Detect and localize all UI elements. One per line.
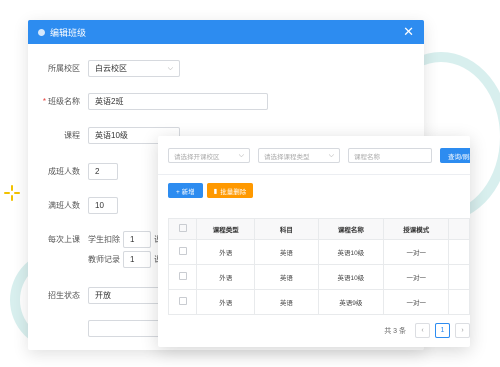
campus-select[interactable]: 白云校区 ⌵ [88,60,180,77]
class-name-label: 班级名称 [48,97,80,106]
cell-subject: 英语 [254,289,319,315]
divider [158,174,470,175]
teacher-record-label: 教师记录 [88,255,120,264]
trash-icon: ▮ [213,187,218,195]
course-name-placeholder: 课程名称 [354,153,380,161]
course-value: 英语10级 [95,131,128,140]
campus-filter-select[interactable]: 请选择开课校区 ⌵ [168,148,250,163]
table-row[interactable]: 外语 英语 英语10级 一对一 [167,264,470,290]
min-size-row: 成班人数 2 [28,163,118,180]
status-label: 招生状态 [48,291,80,300]
campus-row: 所属校区 白云校区 ⌵ [28,60,180,77]
course-table: 课程类型 科目 课程名称 授课模式 外语 英语 英语10级 一对一 外语 英语 … [167,218,470,315]
add-button[interactable]: + 新增 [168,183,203,198]
required-mark: * [42,97,46,106]
header-teaching-mode[interactable]: 授课模式 [383,218,450,240]
filter-bar: 请选择开课校区 ⌵ 请选择课程类型 ⌵ 课程名称 查询/刷新 [168,148,470,163]
teacher-record-row: 教师记录 1 课 [88,251,162,268]
course-name-search-input[interactable]: 课程名称 [348,148,432,163]
max-size-row: 满班人数 10 [28,197,118,214]
min-size-input[interactable]: 2 [88,163,118,180]
max-size-input[interactable]: 10 [88,197,118,214]
course-label: 课程 [64,131,80,140]
page-1-button[interactable]: 1 [435,323,450,338]
course-list-panel: 请选择开课校区 ⌵ 请选择课程类型 ⌵ 课程名称 查询/刷新 + 新增 ▮ 批量… [158,136,470,347]
chevron-down-icon: ⌵ [328,151,334,159]
table-row[interactable]: 外语 英语 英语10级 一对一 [167,239,470,265]
dialog-header: 编辑班级 ✕ [28,20,424,44]
cell-course-type: 外语 [196,239,256,265]
total-count: 共 3 条 [384,327,406,335]
cell-course-type: 外语 [196,289,256,315]
cell-course-name: 英语9级 [317,289,385,315]
table-row[interactable]: 外语 英语 英语9级 一对一 [167,289,470,315]
next-page-button[interactable]: › [455,323,470,338]
select-all-cell [167,218,198,240]
sparkle-icon [4,185,20,201]
cell-subject: 英语 [254,264,319,290]
table-header-row: 课程类型 科目 课程名称 授课模式 [167,218,470,240]
class-name-row: * 班级名称 英语2班 [28,93,268,110]
query-refresh-button[interactable]: 查询/刷新 [440,148,470,163]
info-icon [38,28,45,36]
campus-value: 白云校区 [95,64,127,73]
pagination: 共 3 条 ‹ 1 › [384,323,470,338]
prev-page-button[interactable]: ‹ [415,323,430,338]
dialog-title: 编辑班级 [50,27,87,38]
max-size-label: 满班人数 [48,201,80,210]
cell-teaching-mode: 一对一 [383,264,450,290]
campus-label: 所属校区 [48,64,80,73]
cell-teaching-mode: 一对一 [383,239,450,265]
teacher-record-input[interactable]: 1 [123,251,151,268]
batch-delete-label: 批量删除 [220,188,247,196]
row-checkbox[interactable] [178,247,187,255]
header-subject[interactable]: 科目 [254,218,319,240]
cell-subject: 英语 [254,239,319,265]
chevron-down-icon: ⌵ [238,151,244,159]
row-checkbox[interactable] [178,297,187,305]
status-value: 开放 [95,291,111,300]
class-name-value: 英语2班 [95,97,124,106]
header-course-name[interactable]: 课程名称 [317,218,385,240]
class-name-input[interactable]: 英语2班 [88,93,268,110]
close-icon[interactable]: ✕ [403,24,414,40]
min-size-label: 成班人数 [48,167,80,176]
campus-filter-placeholder: 请选择开课校区 [174,153,220,161]
batch-delete-button[interactable]: ▮ 批量删除 [206,183,254,198]
per-class-label: 每次上课 [48,235,80,244]
chevron-down-icon: ⌵ [167,64,173,72]
max-size-value: 10 [95,201,104,210]
student-deduct-value: 1 [130,235,135,244]
select-all-checkbox[interactable] [178,224,187,232]
teacher-record-value: 1 [130,255,135,264]
table-toolbar: + 新增 ▮ 批量删除 [168,183,254,198]
cell-teaching-mode: 一对一 [383,289,450,315]
cell-course-name: 英语10级 [317,239,385,265]
cell-course-type: 外语 [196,264,256,290]
header-course-type[interactable]: 课程类型 [196,218,256,240]
per-class-row: 每次上课 学生扣除 1 课 [28,231,162,248]
student-deduct-input[interactable]: 1 [123,231,151,248]
type-filter-select[interactable]: 请选择课程类型 ⌵ [258,148,340,163]
header-extra [448,218,470,240]
min-size-value: 2 [95,167,100,176]
cell-course-name: 英语10级 [317,264,385,290]
type-filter-placeholder: 请选择课程类型 [264,153,310,161]
student-deduct-label: 学生扣除 [88,235,120,244]
row-checkbox[interactable] [178,272,187,280]
